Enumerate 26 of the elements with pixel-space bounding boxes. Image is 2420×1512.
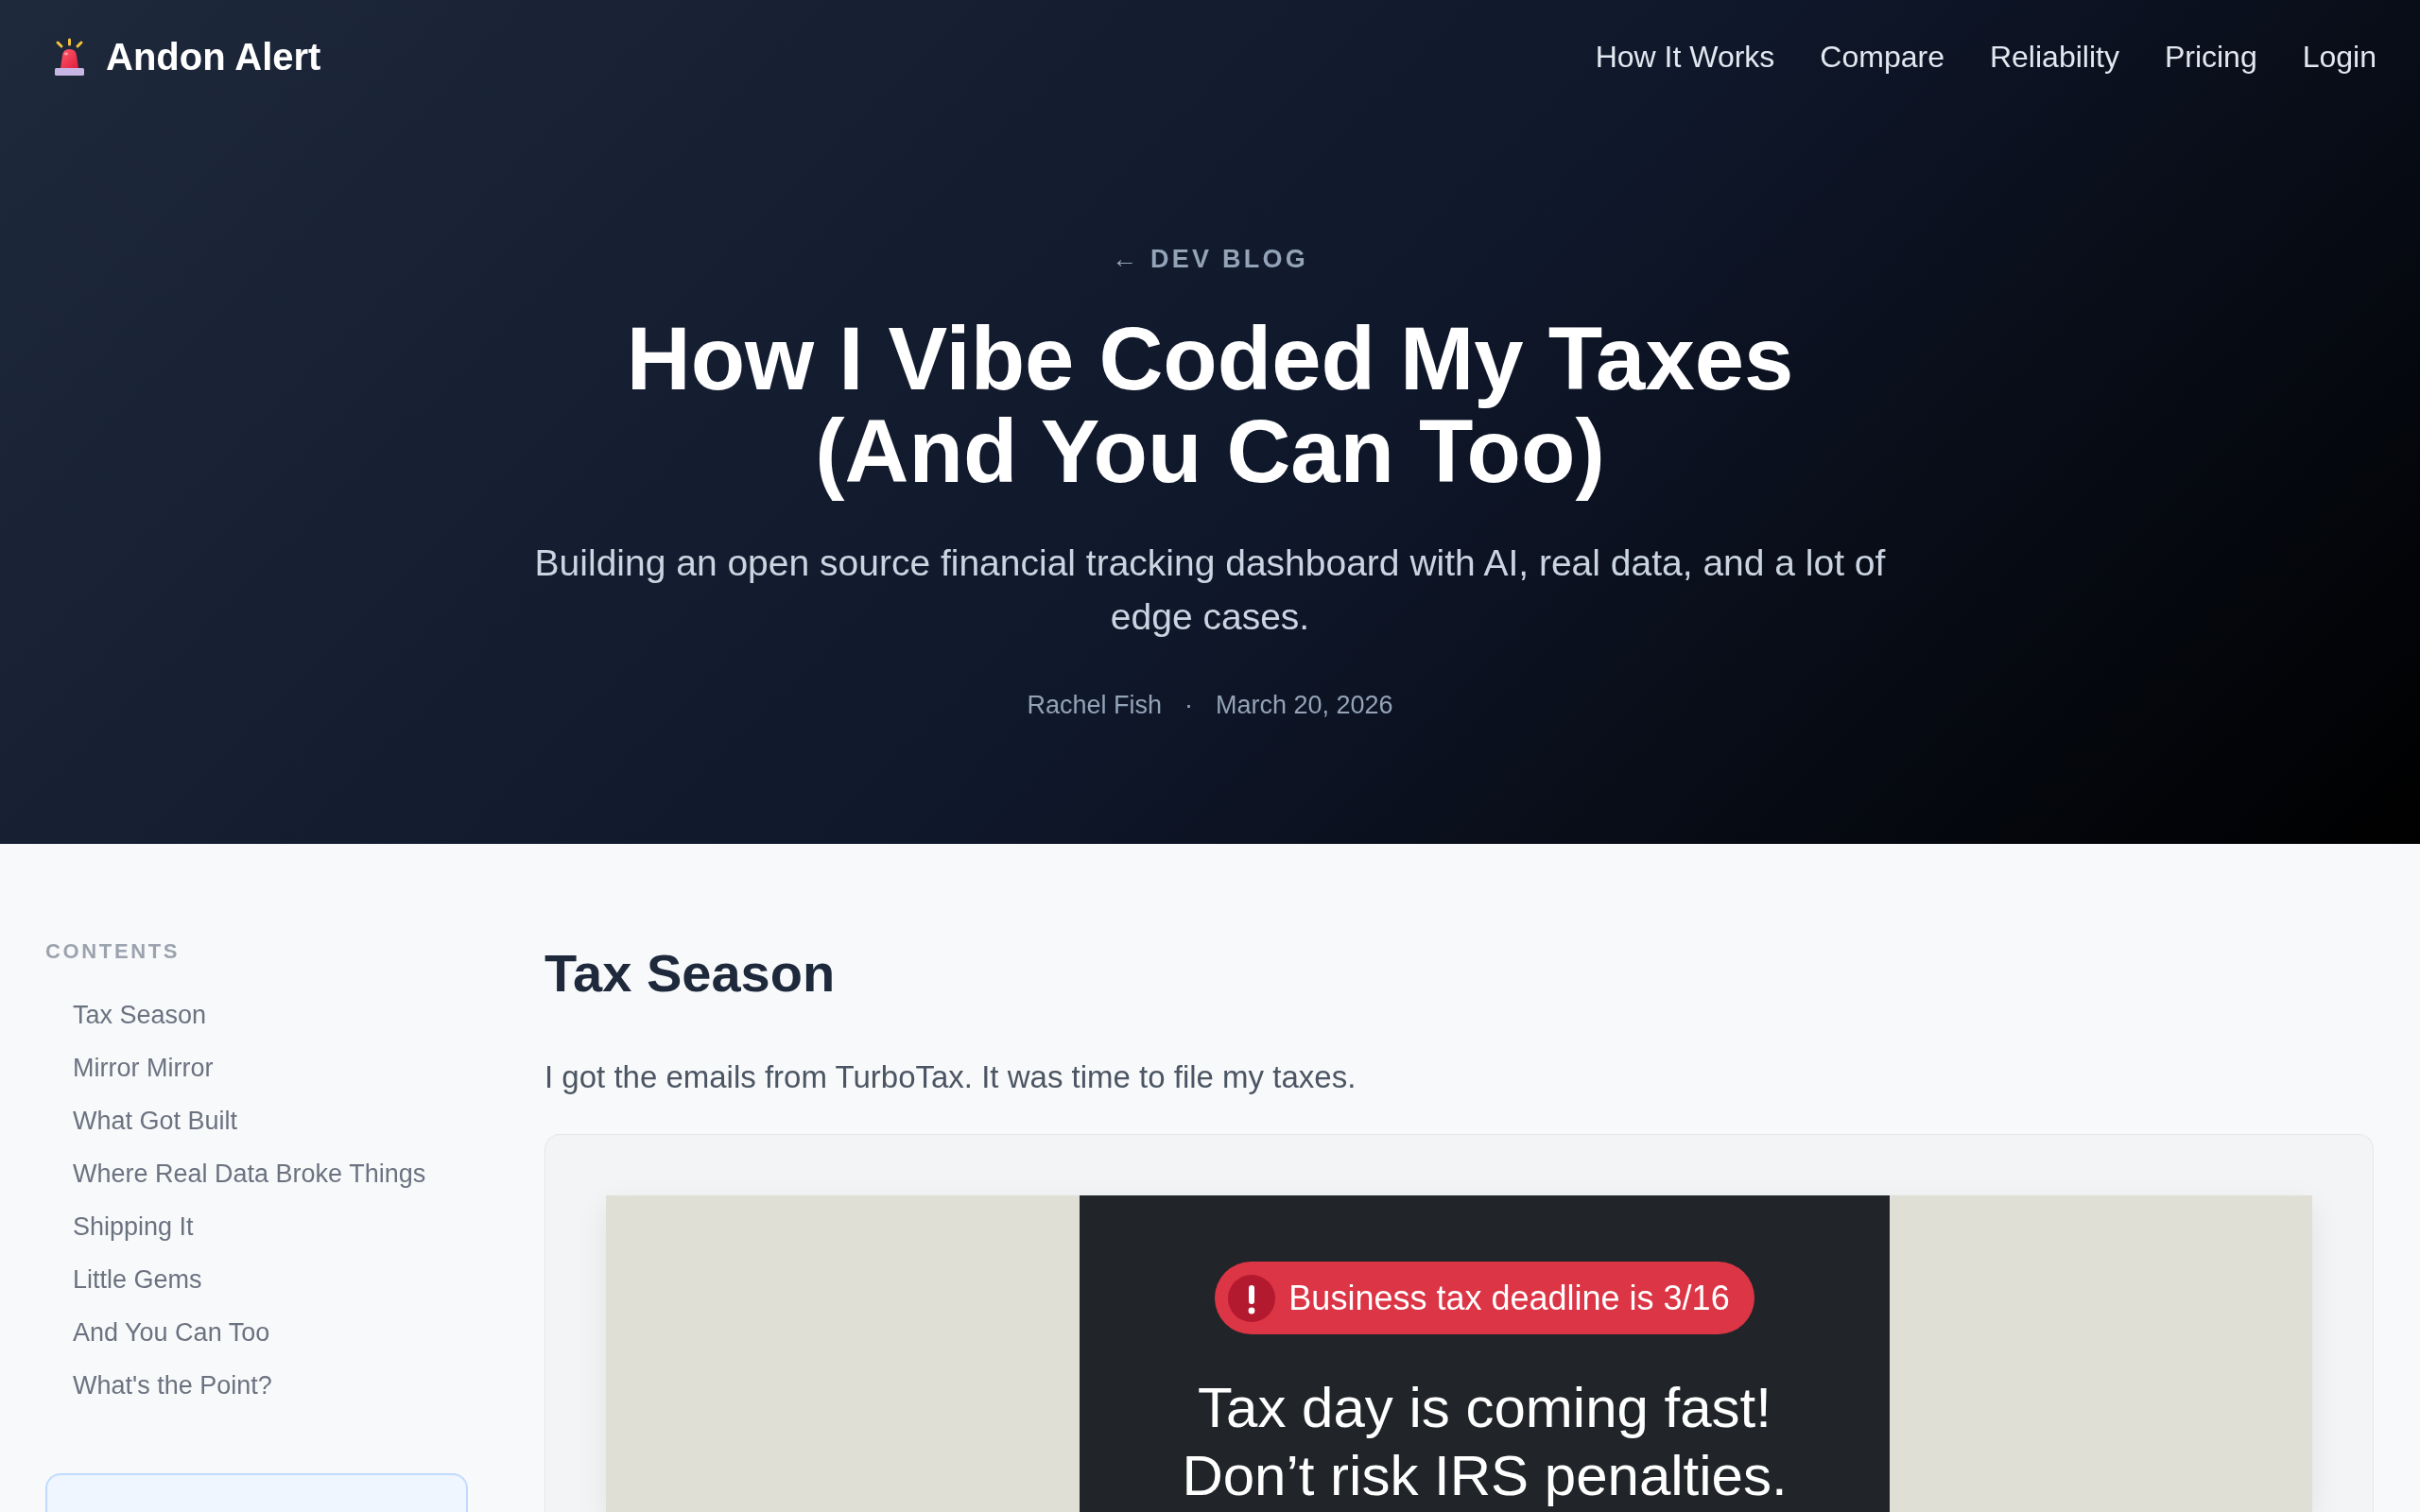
author-name: Rachel Fish xyxy=(1027,690,1162,721)
toc-link[interactable]: What's the Point? xyxy=(45,1359,272,1412)
siren-icon xyxy=(55,38,84,76)
email-headline: Tax day is coming fast! Don’t risk IRS penalties. xyxy=(1181,1375,1789,1509)
toc-link[interactable]: Shipping It xyxy=(45,1200,194,1253)
brand-link[interactable]: Andon Alert xyxy=(55,34,321,79)
back-link[interactable]: ← DEV BLOG xyxy=(1112,240,1308,278)
nav-link[interactable]: How It Works xyxy=(1595,38,1775,76)
toc-link[interactable]: Little Gems xyxy=(45,1253,202,1306)
toc-link[interactable]: What Got Built xyxy=(45,1094,238,1147)
contents-heading: CONTENTS xyxy=(45,938,182,965)
toc-link[interactable]: Tax Season xyxy=(45,988,207,1041)
article-paragraph: I got the emails from TurboTax. It was time to file my taxes. xyxy=(544,1058,1357,1096)
nav-link[interactable]: Compare xyxy=(1820,38,1945,76)
publish-date: March 20, 2026 xyxy=(1215,690,1393,721)
nav-link[interactable]: Reliability xyxy=(1989,38,2119,76)
section-heading: Tax Season xyxy=(544,942,837,1005)
toc-link[interactable]: Where Real Data Broke Things xyxy=(45,1147,426,1200)
deadline-text: Business tax deadline is 3/16 xyxy=(1288,1277,1730,1319)
article-subtitle: Building an open source financial tracking dashboard with AI, real data, and a lot of edge cases. xyxy=(533,541,1887,639)
meta-separator: · xyxy=(1184,690,1193,721)
nav-link[interactable]: Pricing xyxy=(2164,38,2257,76)
nav-link[interactable]: Login xyxy=(2302,38,2377,76)
toc-link[interactable]: And You Can Too xyxy=(45,1306,270,1359)
toc-link[interactable]: Mirror Mirror xyxy=(45,1041,214,1094)
alert-icon xyxy=(1228,1274,1276,1322)
